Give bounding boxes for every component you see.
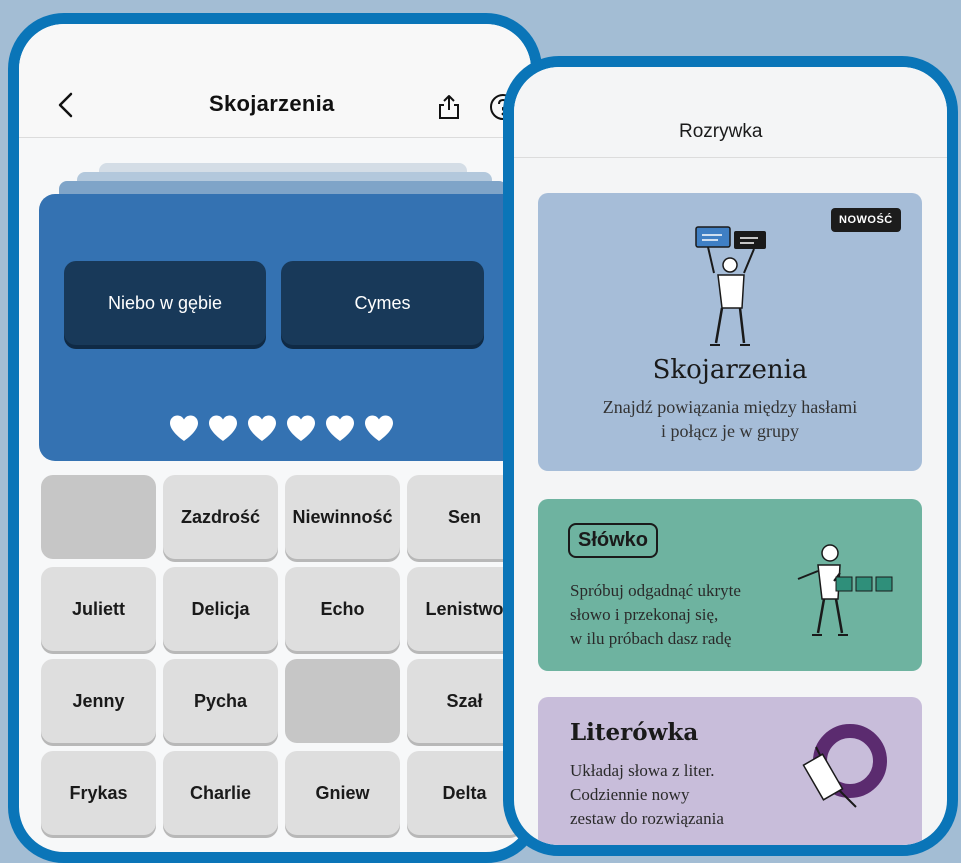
share-icon[interactable] — [437, 93, 461, 121]
game-card-skojarzenia[interactable]: NOWOŚĆ Skojarzenia Znajdź powiązania mię… — [538, 193, 922, 471]
chevron-left-icon[interactable] — [53, 90, 79, 120]
page-title: Skojarzenia — [209, 91, 335, 116]
found-group-1: Niebo w gębie — [64, 261, 266, 345]
word-tile[interactable]: Frykas — [41, 751, 156, 835]
heart-icon — [209, 415, 237, 441]
word-tile-label: Echo — [320, 598, 365, 619]
word-tile[interactable]: Zazdrość — [163, 475, 278, 559]
card-title: Literówka — [570, 719, 699, 746]
heart-icon — [248, 415, 276, 441]
heart-icon — [326, 415, 354, 441]
card-description: Spróbuj odgadnąć ukryte — [570, 581, 741, 600]
word-tile-empty — [41, 475, 156, 559]
game-screen: Skojarzenia Niebo w gębie Cymes Zazdrość… — [8, 13, 542, 863]
card-title: Skojarzenia — [652, 355, 808, 385]
card-description: zestaw do rozwiązania — [570, 809, 724, 828]
word-tile[interactable]: Delicja — [163, 567, 278, 651]
word-tile[interactable]: Pycha — [163, 659, 278, 743]
found-group-label: Niebo w gębie — [107, 292, 223, 313]
word-tile-label: Szał — [446, 690, 483, 711]
word-tile[interactable]: Echo — [285, 567, 400, 651]
game-header: Skojarzenia — [19, 24, 531, 138]
card-title: Słówko — [568, 523, 659, 558]
heart-icon — [365, 415, 393, 441]
found-group-2: Cymes — [281, 261, 484, 345]
character-cards-illustration — [695, 226, 766, 346]
word-tile-label: Jenny — [72, 690, 125, 711]
word-tile-label: Delicja — [191, 598, 250, 619]
word-tile-label: Sen — [447, 506, 481, 527]
word-tile-label: Pycha — [193, 690, 248, 711]
character-letters-illustration — [797, 544, 893, 636]
word-tile-label: Gniew — [315, 782, 370, 803]
card-description: słowo i przekonaj się, — [570, 605, 719, 624]
word-tile[interactable]: Charlie — [163, 751, 278, 835]
heart-icon — [287, 415, 315, 441]
word-tile[interactable]: Niewinność — [285, 475, 400, 559]
game-card-literowka[interactable]: Literówka Układaj słowa z liter. Codzien… — [538, 697, 922, 845]
card-description: i połącz je w grupy — [661, 421, 799, 441]
word-tile[interactable]: Gniew — [285, 751, 400, 835]
card-description: Znajdź powiązania między hasłami — [602, 397, 858, 417]
game-card-slowko[interactable]: Słówko Spróbuj odgadnąć ukryte słowo i p… — [538, 499, 922, 671]
word-tile-label: Charlie — [189, 782, 252, 803]
word-tile-label: Lenistwo — [425, 598, 504, 619]
word-tile-label: Delta — [442, 782, 487, 803]
card-description: w ilu próbach dasz radę — [570, 629, 732, 648]
lives-indicator — [169, 414, 394, 444]
games-list-screen: Rozrywka NOWOŚĆ Skojarzenia Znajdź powią… — [503, 56, 958, 856]
word-tile-label: Niewinność — [292, 506, 393, 527]
games-list-header: Rozrywka — [514, 67, 947, 158]
new-badge: NOWOŚĆ — [831, 208, 901, 232]
card-description: Codziennie nowy — [570, 785, 690, 804]
heart-icon — [170, 415, 198, 441]
word-tile-label: Frykas — [69, 782, 128, 803]
word-tile-empty — [285, 659, 400, 743]
word-tile-label: Zazdrość — [180, 506, 261, 527]
word-tile[interactable]: Jenny — [41, 659, 156, 743]
character-letter-o-illustration — [802, 724, 887, 808]
page-title: Rozrywka — [679, 121, 763, 142]
word-tile[interactable]: Juliett — [41, 567, 156, 651]
found-group-label: Cymes — [354, 292, 411, 313]
word-tile-label: Juliett — [71, 598, 125, 619]
card-description: Układaj słowa z liter. — [570, 761, 715, 780]
